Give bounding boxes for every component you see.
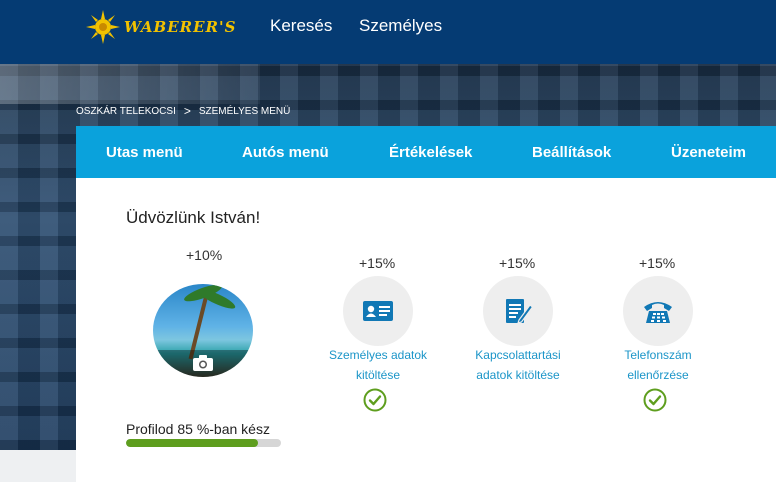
contact-data-link[interactable]: Kapcsolattartási adatok kitöltése (448, 345, 588, 385)
avatar-upload-overlay[interactable] (153, 350, 253, 377)
tab-messages[interactable]: Üzeneteim (671, 144, 746, 161)
welcome-heading: Üdvözlünk István! (126, 208, 261, 227)
tab-passenger-menu[interactable]: Utas menü (106, 144, 183, 161)
tab-driver-menu[interactable]: Autós menü (242, 144, 329, 161)
nav-search-link[interactable]: Keresés (270, 16, 332, 36)
personal-data-step[interactable] (343, 276, 413, 346)
step-bonus: +15% (359, 255, 396, 271)
id-card-icon (363, 301, 393, 321)
logo-text: WABERER'S (124, 18, 237, 36)
form-edit-icon (506, 299, 533, 324)
tab-bar: Utas menü Autós menü Értékelések Beállít… (76, 126, 776, 178)
profile-progress-fill (126, 439, 258, 447)
camera-icon (193, 355, 213, 371)
phone-verify-step[interactable] (623, 276, 693, 346)
step-label-line: Kapcsolattartási (475, 348, 561, 362)
check-circle-icon (643, 388, 667, 412)
breadcrumb-separator: > (183, 104, 191, 118)
breadcrumb-current: SZEMÉLYES MENÜ (198, 105, 291, 117)
avatar-bonus: +10% (186, 247, 223, 263)
top-bar: WABERER'S Keresés Személyes (0, 0, 776, 64)
check-circle-icon (363, 388, 387, 412)
telephone-icon (644, 302, 672, 323)
step-bonus: +15% (499, 255, 536, 271)
step-label-line: ellenőrzése (627, 368, 689, 382)
avatar[interactable] (153, 284, 253, 377)
phone-verify-link[interactable]: Telefonszám ellenőrzése (588, 345, 728, 385)
step-label-line: kitöltése (355, 368, 401, 382)
nav-personal-link[interactable]: Személyes (359, 16, 442, 36)
page-background (0, 450, 76, 482)
tab-ratings[interactable]: Értékelések (389, 144, 472, 161)
waberers-logo[interactable]: WABERER'S (86, 10, 236, 44)
sun-icon (86, 10, 120, 44)
contact-data-step[interactable] (483, 276, 553, 346)
step-label-line: Telefonszám (624, 348, 692, 362)
hero-truck-banner (0, 64, 260, 104)
step-bonus: +15% (639, 255, 676, 271)
breadcrumb: OSZKÁR TELEKOCSI > SZEMÉLYES MENÜ (76, 104, 290, 118)
personal-data-link[interactable]: Személyes adatok kitöltése (308, 345, 448, 385)
step-label-line: Személyes adatok (328, 348, 428, 362)
profile-completion-text: Profilod 85 %-ban kész (126, 421, 270, 437)
step-label-line: adatok kitöltése (476, 368, 560, 382)
tab-settings[interactable]: Beállítások (532, 144, 611, 161)
breadcrumb-home[interactable]: OSZKÁR TELEKOCSI (76, 106, 176, 117)
profile-progress-bar (126, 439, 281, 447)
